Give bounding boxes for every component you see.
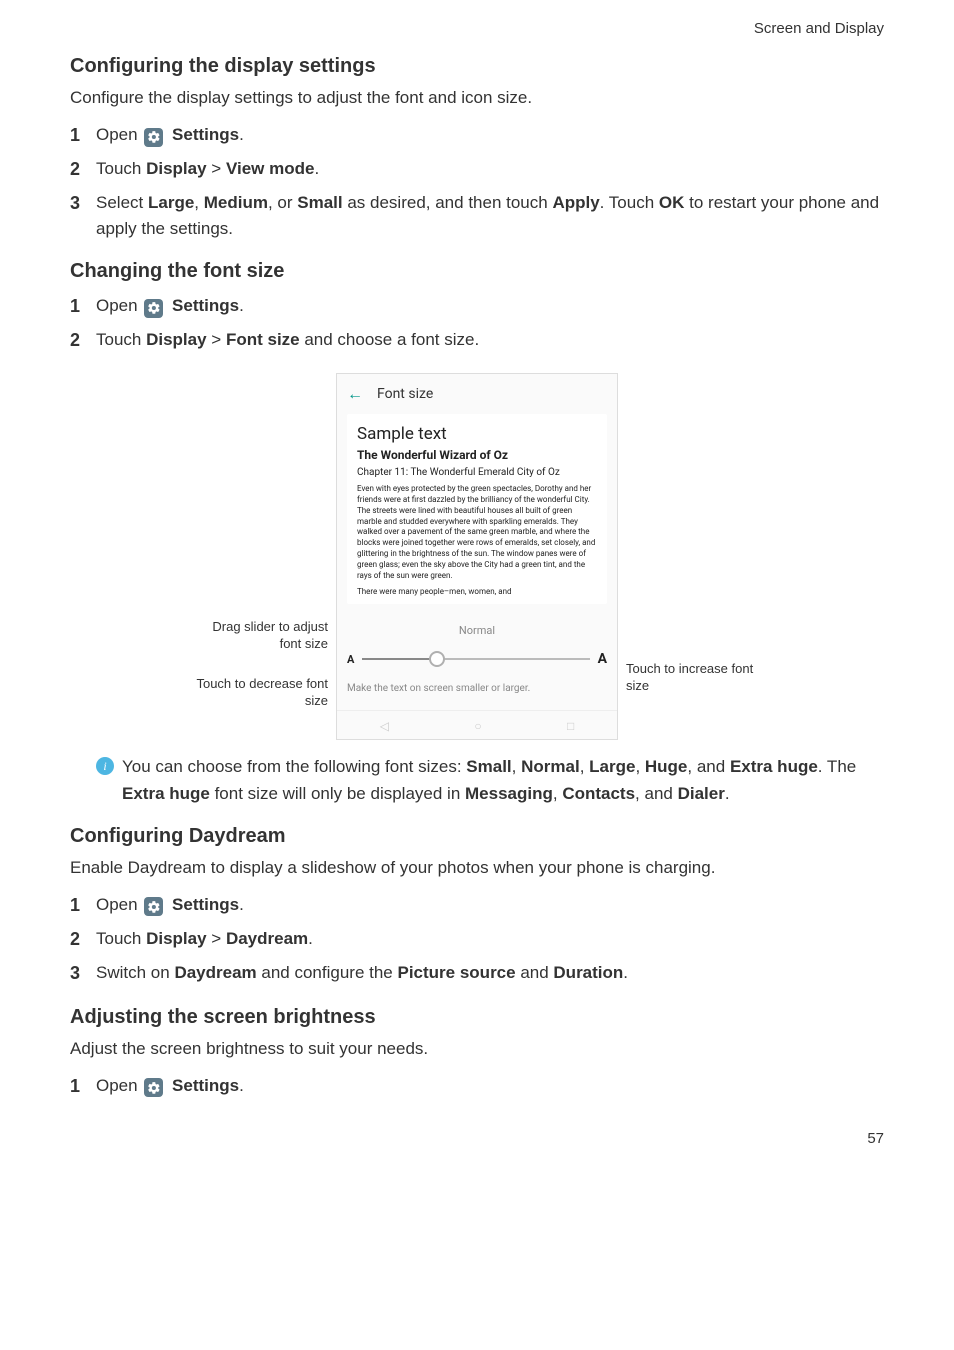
steps-configuring-display: 1 Open Settings. 2 Touch Display > View … <box>70 122 884 242</box>
page-number: 57 <box>70 1130 884 1147</box>
step-body: Open Settings. <box>96 122 884 148</box>
lead-configuring-daydream: Enable Daydream to display a slideshow o… <box>70 858 884 878</box>
font-size-slider <box>362 658 589 660</box>
step-number: 2 <box>70 926 96 954</box>
step-body: Touch Display > View mode. <box>96 156 884 182</box>
breadcrumb: Screen and Display <box>70 20 884 37</box>
sample-text-chapter: Chapter 11: The Wonderful Emerald City o… <box>357 467 597 478</box>
step-body: Open Settings. <box>96 293 884 319</box>
sample-text-title: Sample text <box>357 424 597 444</box>
nav-home-icon: ○ <box>474 719 481 733</box>
slider-help-text: Make the text on screen smaller or large… <box>347 683 607 694</box>
slider-large-a: A <box>598 651 607 667</box>
step-body: Touch Display > Daydream. <box>96 926 884 952</box>
heading-configuring-display: Configuring the display settings <box>70 55 884 78</box>
callout-decrease: Touch to decrease font size <box>188 676 328 710</box>
step-number: 1 <box>70 122 96 150</box>
info-icon: i <box>96 757 114 775</box>
phone-navbar: ◁ ○ □ <box>337 710 617 739</box>
heading-adjusting-brightness: Adjusting the screen brightness <box>70 1006 884 1029</box>
slider-thumb <box>429 651 445 667</box>
step-number: 1 <box>70 293 96 321</box>
nav-back-icon: ◁ <box>380 719 389 733</box>
slider-small-a: A <box>347 653 354 666</box>
steps-changing-font-size: 1 Open Settings. 2 Touch Display > Font … <box>70 293 884 355</box>
step-body: Touch Display > Font size and choose a f… <box>96 327 884 353</box>
phone-screenshot: ← Font size Sample text The Wonderful Wi… <box>336 373 618 740</box>
steps-adjusting-brightness: 1 Open Settings. <box>70 1073 884 1101</box>
step-body: Open Settings. <box>96 1073 884 1099</box>
step-body: Switch on Daydream and configure the Pic… <box>96 960 884 986</box>
step-body: Open Settings. <box>96 892 884 918</box>
lead-configuring-display: Configure the display settings to adjust… <box>70 88 884 108</box>
sample-text-para2: There were many people–men, women, and <box>357 587 597 598</box>
step-number: 2 <box>70 156 96 184</box>
font-size-figure: Drag slider to adjust font size Touch to… <box>188 373 766 740</box>
callout-drag-slider: Drag slider to adjust font size <box>188 619 328 653</box>
step-body: Select Large, Medium, or Small as desire… <box>96 190 884 243</box>
callout-increase: Touch to increase font size <box>626 661 766 695</box>
lead-adjusting-brightness: Adjust the screen brightness to suit you… <box>70 1039 884 1059</box>
nav-recent-icon: □ <box>567 719 574 733</box>
step-number: 3 <box>70 960 96 988</box>
back-arrow-icon: ← <box>347 384 363 404</box>
settings-icon <box>144 897 163 916</box>
steps-configuring-daydream: 1 Open Settings. 2 Touch Display > Daydr… <box>70 892 884 988</box>
step-number: 1 <box>70 1073 96 1101</box>
slider-value-label: Normal <box>347 624 607 637</box>
step-number: 1 <box>70 892 96 920</box>
info-note: i You can choose from the following font… <box>96 754 884 807</box>
step-number: 3 <box>70 190 96 218</box>
settings-icon <box>144 1078 163 1097</box>
screen-title: Font size <box>377 386 433 402</box>
heading-configuring-daydream: Configuring Daydream <box>70 825 884 848</box>
heading-changing-font-size: Changing the font size <box>70 260 884 283</box>
settings-icon <box>144 128 163 147</box>
settings-icon <box>144 299 163 318</box>
sample-text-subtitle: The Wonderful Wizard of Oz <box>357 448 597 462</box>
step-number: 2 <box>70 327 96 355</box>
sample-text-para1: Even with eyes protected by the green sp… <box>357 484 597 581</box>
